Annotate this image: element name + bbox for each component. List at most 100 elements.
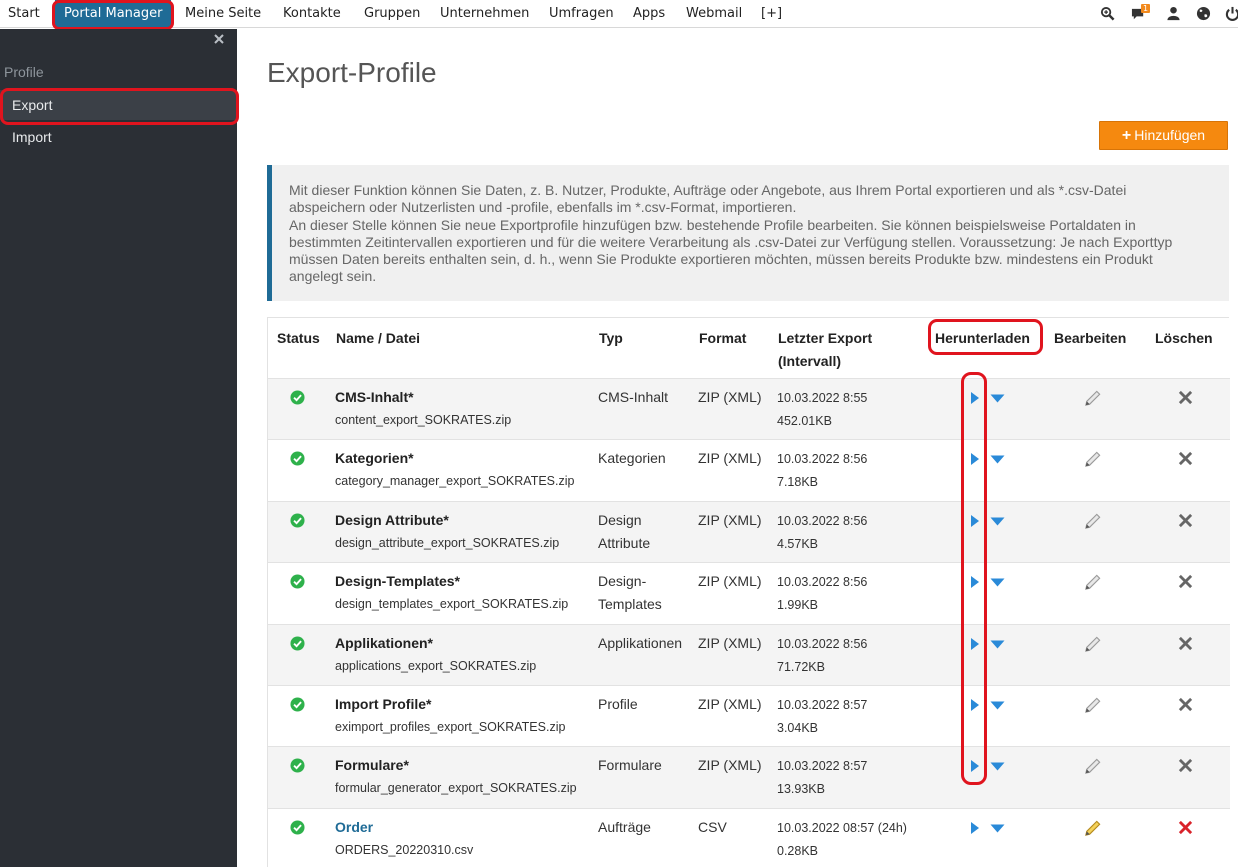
info-line: angelegt sein. (289, 268, 377, 285)
chevron-down-icon[interactable] (990, 762, 1005, 771)
delete-icon[interactable] (1178, 636, 1193, 651)
pencil-icon[interactable] (1083, 757, 1102, 776)
profile-name[interactable]: Applikationen* (335, 632, 536, 655)
sidebar-highlight-annotation (0, 88, 239, 125)
sidebar-item-import[interactable]: Import (0, 122, 237, 152)
last-export-date: 10.03.2022 8:56 (777, 575, 868, 589)
profile-format: ZIP (XML) (698, 757, 762, 773)
nav-unternehmen[interactable]: Unternehmen (440, 0, 529, 28)
chevron-down-icon[interactable] (990, 455, 1005, 464)
download-header-highlight-annotation (928, 319, 1043, 355)
header-type: Typ (599, 330, 623, 346)
last-export-date: 10.03.2022 08:57 (24h) (777, 821, 907, 835)
pencil-icon[interactable] (1083, 389, 1102, 408)
last-export-date: 10.03.2022 8:57 (777, 759, 868, 773)
status-ok-icon (290, 451, 305, 466)
info-line: Mit dieser Funktion können Sie Daten, z.… (289, 182, 1127, 198)
user-icon[interactable] (1166, 6, 1181, 21)
chevron-down-icon[interactable] (990, 578, 1005, 587)
table-row: Kategorien* category_manager_export_SOKR… (268, 439, 1230, 501)
profile-format: ZIP (XML) (698, 635, 762, 651)
last-export-size: 7.18KB (777, 475, 819, 489)
pencil-icon[interactable] (1083, 819, 1102, 838)
globe-icon[interactable] (1196, 6, 1211, 21)
table-row: Design-Templates* design_templates_expor… (268, 562, 1230, 624)
last-export-date: 10.03.2022 8:56 (777, 452, 868, 466)
info-line: abspeichern oder Nutzerlisten und -profi… (289, 199, 797, 216)
top-navigation: Start Portal Manager Meine Seite Kontakt… (0, 0, 1238, 28)
page-title: Export-Profile (267, 57, 437, 88)
profile-type-line1: Design (598, 512, 642, 528)
add-profile-button[interactable]: + Hinzufügen (1099, 121, 1228, 150)
nav-kontakte[interactable]: Kontakte (283, 0, 341, 28)
profile-name[interactable]: Import Profile* (335, 693, 565, 716)
close-icon[interactable] (212, 32, 226, 46)
profile-name[interactable]: Formulare* (335, 754, 577, 777)
profile-file: design_templates_export_SOKRATES.zip (335, 597, 569, 611)
profile-name[interactable]: Order (335, 816, 473, 839)
pencil-icon[interactable] (1083, 696, 1102, 715)
profile-name[interactable]: Design-Templates* (335, 570, 568, 593)
info-box: Mit dieser Funktion können Sie Daten, z.… (267, 165, 1229, 301)
last-export-size: 13.93KB (777, 782, 825, 796)
status-ok-icon (290, 574, 305, 589)
profile-file: content_export_SOKRATES.zip (335, 413, 512, 427)
profile-format: ZIP (XML) (698, 696, 762, 712)
info-line: An dieser Stelle können Sie neue Exportp… (289, 216, 1136, 233)
nav-meine-seite[interactable]: Meine Seite (185, 0, 261, 28)
header-last-export: Letzter Export (Intervall) (778, 327, 872, 373)
play-icon[interactable] (970, 821, 980, 835)
chevron-down-icon[interactable] (990, 517, 1005, 526)
last-export-size: 71.72KB (777, 660, 825, 674)
search-icon[interactable] (1100, 6, 1115, 21)
pencil-icon[interactable] (1083, 450, 1102, 469)
profile-type-line1: Profile (598, 696, 638, 712)
header-delete: Löschen (1155, 330, 1213, 346)
pencil-icon[interactable] (1083, 573, 1102, 592)
pencil-icon[interactable] (1083, 635, 1102, 654)
delete-icon[interactable] (1178, 451, 1193, 466)
pencil-icon[interactable] (1083, 512, 1102, 531)
chevron-down-icon[interactable] (990, 640, 1005, 649)
profile-name[interactable]: Design Attribute* (335, 509, 559, 532)
profile-type-line1: Aufträge (598, 819, 651, 835)
delete-icon[interactable] (1178, 820, 1193, 835)
delete-icon[interactable] (1178, 513, 1193, 528)
nav-apps[interactable]: Apps (633, 0, 665, 28)
profile-format: ZIP (XML) (698, 573, 762, 589)
table-row: Order ORDERS_20220310.csv Aufträge CSV 1… (268, 808, 1230, 867)
nav-webmail[interactable]: Webmail (686, 0, 742, 28)
table-row: Import Profile* eximport_profiles_export… (268, 685, 1230, 747)
profile-name[interactable]: CMS-Inhalt* (335, 386, 511, 409)
delete-icon[interactable] (1178, 390, 1193, 405)
status-ok-icon (290, 697, 305, 712)
download-column-highlight-annotation (961, 372, 987, 785)
chevron-down-icon[interactable] (990, 824, 1005, 833)
profile-type-line1: Kategorien (598, 450, 666, 466)
delete-icon[interactable] (1178, 758, 1193, 773)
header-last-export-line2: (Intervall) (778, 353, 842, 369)
nav-more[interactable]: [+] (761, 0, 782, 28)
nav-start[interactable]: Start (8, 0, 40, 28)
header-last-export-line1: Letzter Export (778, 330, 873, 346)
power-icon[interactable] (1225, 6, 1238, 21)
profile-file: applications_export_SOKRATES.zip (335, 659, 537, 673)
last-export-size: 4.57KB (777, 537, 819, 551)
last-export-date: 10.03.2022 8:57 (777, 698, 868, 712)
table-row: Applikationen* applications_export_SOKRA… (268, 624, 1230, 686)
delete-icon[interactable] (1178, 574, 1193, 589)
nav-gruppen[interactable]: Gruppen (364, 0, 420, 28)
chevron-down-icon[interactable] (990, 701, 1005, 710)
header-format: Format (699, 330, 747, 346)
profile-name[interactable]: Kategorien* (335, 447, 574, 470)
nav-umfragen[interactable]: Umfragen (549, 0, 614, 28)
delete-icon[interactable] (1178, 697, 1193, 712)
profile-type-line2: Templates (598, 596, 662, 612)
chevron-down-icon[interactable] (990, 394, 1005, 403)
notification-badge: 1 (1141, 4, 1151, 13)
status-ok-icon (290, 513, 305, 528)
profile-format: ZIP (XML) (698, 512, 762, 528)
nav-highlight-annotation (52, 0, 174, 30)
sidebar: Profile Export Import (0, 29, 237, 867)
profile-type-line1: Applikationen (598, 635, 683, 651)
